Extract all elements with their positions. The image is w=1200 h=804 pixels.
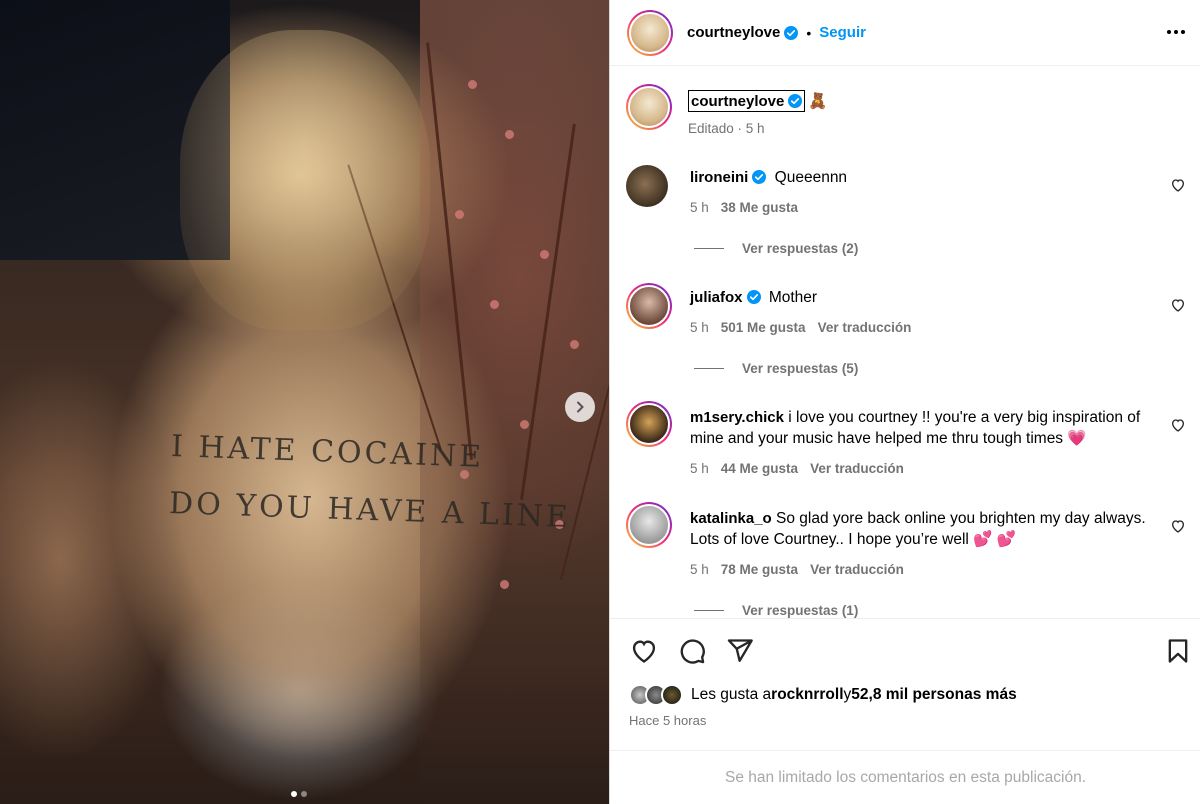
hair-highlight bbox=[180, 30, 430, 330]
blossom bbox=[570, 340, 579, 349]
blossom bbox=[500, 580, 509, 589]
comment-item: katalinka_o So glad yore back online you… bbox=[626, 502, 1186, 580]
shirt-text: I HATE COCAINE DO YOU HAVE A LINE bbox=[168, 418, 574, 546]
post-header: courtneylove • Seguir bbox=[610, 0, 1200, 66]
comment-likes[interactable]: 78 Me gusta bbox=[721, 562, 798, 577]
blossom bbox=[505, 130, 514, 139]
post-timestamp[interactable]: Hace 5 horas bbox=[629, 713, 706, 728]
blossom bbox=[455, 210, 464, 219]
commenter-username[interactable]: katalinka_o bbox=[690, 510, 772, 527]
like-comment-heart-icon[interactable] bbox=[1170, 297, 1186, 313]
verified-badge-icon bbox=[752, 170, 767, 184]
caption-text: 🧸 bbox=[808, 92, 828, 110]
caption-author[interactable]: courtneylove bbox=[691, 91, 784, 112]
view-replies-button[interactable]: Ver respuestas (1) bbox=[694, 603, 858, 618]
commenter-avatar[interactable] bbox=[626, 502, 672, 548]
liker-username[interactable]: rocknrroll bbox=[771, 686, 843, 704]
comment-likes[interactable]: 44 Me gusta bbox=[721, 461, 798, 476]
see-translation-link[interactable]: Ver traducción bbox=[818, 320, 912, 335]
like-heart-icon[interactable] bbox=[630, 637, 658, 665]
comment-likes[interactable]: 38 Me gusta bbox=[721, 200, 798, 215]
comment-bubble-icon[interactable] bbox=[678, 637, 706, 665]
post-actions-bar bbox=[610, 618, 1200, 678]
caption-author-box[interactable]: courtneylove bbox=[688, 90, 806, 112]
carousel-indicator bbox=[291, 791, 307, 797]
avatar-image bbox=[628, 86, 670, 128]
blossom bbox=[468, 80, 477, 89]
comment-text: Queeennn bbox=[774, 169, 848, 186]
likes-connector: y bbox=[843, 686, 852, 703]
likes-summary[interactable]: Les gusta a rocknrroll y 52,8 mil person… bbox=[629, 684, 1017, 706]
next-photo-button[interactable] bbox=[565, 392, 595, 422]
author-username[interactable]: courtneylove bbox=[687, 24, 780, 41]
see-translation-link[interactable]: Ver traducción bbox=[810, 562, 904, 577]
author-avatar[interactable] bbox=[626, 84, 672, 130]
avatar-image bbox=[628, 285, 670, 327]
comment-time[interactable]: 5 h bbox=[690, 562, 709, 577]
verified-badge-icon bbox=[788, 94, 803, 108]
avatar-image bbox=[628, 504, 670, 546]
save-bookmark-icon[interactable] bbox=[1164, 637, 1192, 665]
view-replies-button[interactable]: Ver respuestas (2) bbox=[694, 241, 858, 256]
view-replies-button[interactable]: Ver respuestas (5) bbox=[694, 361, 858, 376]
comment-item: lironeini Queeennn 5 h 38 Me gusta bbox=[626, 165, 1186, 218]
comment-item: m1sery.chick i love you courtney !! you'… bbox=[626, 401, 1186, 479]
post-photo[interactable]: I HATE COCAINE DO YOU HAVE A LINE bbox=[0, 0, 609, 804]
commenter-avatar[interactable] bbox=[626, 401, 672, 447]
like-comment-heart-icon[interactable] bbox=[1170, 417, 1186, 433]
carousel-dot bbox=[301, 791, 307, 797]
carousel-dot-active bbox=[291, 791, 297, 797]
liker-avatar bbox=[661, 684, 683, 706]
follow-button[interactable]: Seguir bbox=[819, 24, 866, 41]
comments-limited-notice: Se han limitado los comentarios en esta … bbox=[610, 750, 1200, 804]
avatar-image bbox=[629, 11, 671, 54]
commenter-avatar[interactable] bbox=[626, 283, 672, 329]
commenter-username[interactable]: m1sery.chick bbox=[690, 409, 784, 426]
comment-time[interactable]: 5 h bbox=[690, 200, 709, 215]
liker-avatars bbox=[629, 684, 683, 706]
avatar-image bbox=[628, 403, 670, 445]
share-send-icon[interactable] bbox=[726, 637, 754, 665]
commenter-username[interactable]: juliafox bbox=[690, 289, 743, 306]
comment-time[interactable]: 5 h bbox=[690, 320, 709, 335]
commenter-username[interactable]: lironeini bbox=[690, 169, 748, 186]
commenter-avatar[interactable] bbox=[626, 165, 668, 207]
comment-time[interactable]: 5 h bbox=[690, 461, 709, 476]
author-avatar[interactable] bbox=[627, 9, 673, 56]
more-options-icon[interactable] bbox=[1164, 20, 1188, 44]
caption-edited: Editado · 5 h bbox=[688, 121, 765, 136]
like-comment-heart-icon[interactable] bbox=[1170, 177, 1186, 193]
blossom bbox=[490, 300, 499, 309]
comment-likes[interactable]: 501 Me gusta bbox=[721, 320, 806, 335]
see-translation-link[interactable]: Ver traducción bbox=[810, 461, 904, 476]
blossom bbox=[540, 250, 549, 259]
blossom bbox=[520, 420, 529, 429]
comment-text: Mother bbox=[768, 289, 818, 306]
post-side-panel: courtneylove • Seguir courtneylove 🧸 Edi… bbox=[609, 0, 1200, 804]
verified-badge-icon bbox=[746, 290, 761, 304]
likes-count[interactable]: 52,8 mil personas más bbox=[851, 686, 1016, 704]
separator-dot: • bbox=[806, 24, 812, 41]
likes-prefix: Les gusta a bbox=[691, 686, 772, 703]
like-comment-heart-icon[interactable] bbox=[1170, 518, 1186, 534]
caption: courtneylove 🧸 Editado · 5 h bbox=[626, 84, 1186, 139]
chevron-right-icon bbox=[577, 401, 584, 413]
avatar-image bbox=[626, 165, 668, 207]
verified-badge-icon bbox=[784, 25, 799, 40]
comment-item: juliafox Mother 5 h 501 Me gusta Ver tradu… bbox=[626, 283, 1186, 338]
